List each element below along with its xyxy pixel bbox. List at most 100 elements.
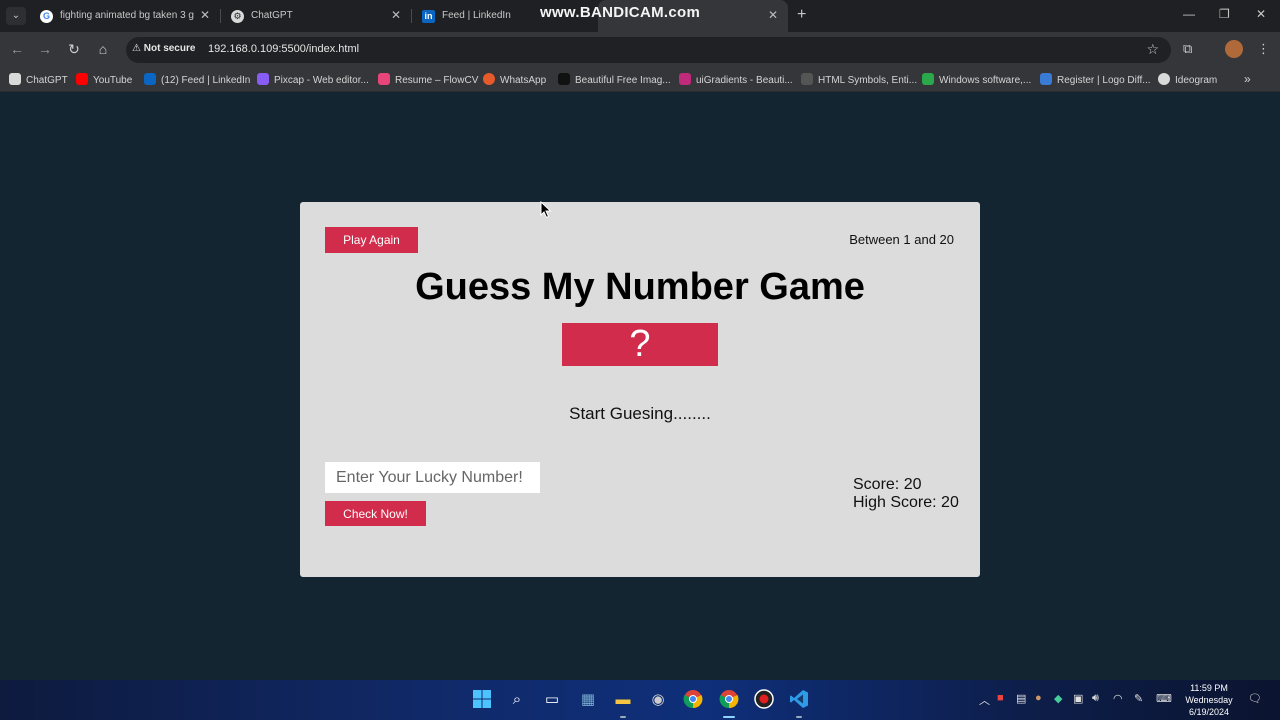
- flowcv-icon: [378, 73, 390, 85]
- high-score-label: High Score: 20: [853, 494, 959, 511]
- score-panel: Score: 20 High Score: 20: [853, 476, 959, 512]
- profile-avatar[interactable]: [1225, 40, 1243, 58]
- bookmark-label: uiGradients - Beauti...: [696, 75, 793, 86]
- tray-overflow-chevron-icon[interactable]: ︿: [979, 692, 990, 708]
- system-clock[interactable]: 11:59 PM Wednesday 6/19/2024: [1180, 682, 1238, 718]
- whatsapp-icon: [483, 73, 495, 85]
- clock-date: 6/19/2024: [1188, 707, 1230, 717]
- windows-taskbar: ⌕ ▭ ▦ ▬ ◉ ︿ ■ ▤ ● ◆ ▣ 🔊︎ ◠ ✎ ⌨ 11:59 PM …: [0, 680, 1280, 720]
- pen-icon[interactable]: ✎: [1134, 692, 1143, 705]
- bandicam-watermark: www.BANDICAM.com: [540, 4, 701, 21]
- clock-day: Wednesday: [1185, 695, 1233, 705]
- chrome-icon[interactable]: [682, 689, 704, 711]
- tray-app-icon[interactable]: ▤: [1016, 692, 1026, 705]
- chrome-active-icon[interactable]: [718, 689, 740, 711]
- bookmark-html-symbols[interactable]: HTML Symbols, Enti...: [801, 73, 917, 86]
- page-title: Guess My Number Game: [415, 266, 865, 308]
- linkedin-icon: in: [422, 10, 435, 23]
- range-label: Between 1 and 20: [849, 232, 954, 247]
- bookmark-label: Register | Logo Diff...: [1057, 75, 1151, 86]
- bookmark-label: Resume – FlowCV: [395, 75, 479, 86]
- search-icon[interactable]: ⌕: [506, 689, 528, 711]
- bookmark-uigradients[interactable]: uiGradients - Beauti...: [679, 73, 793, 86]
- new-tab-plus-icon[interactable]: +: [797, 6, 806, 24]
- running-indicator: [796, 716, 802, 718]
- bookmark-linkedin[interactable]: (12) Feed | LinkedIn: [144, 73, 250, 86]
- tray-bandicam-icon[interactable]: ■: [997, 692, 1004, 704]
- bookmarks-bar: ChatGPT YouTube (12) Feed | LinkedIn Pix…: [0, 68, 1280, 92]
- youtube-icon: [76, 73, 88, 85]
- tab-search-chevron-icon[interactable]: ⌄: [6, 7, 26, 25]
- keyboard-icon[interactable]: ⌨: [1156, 692, 1172, 705]
- minimize-icon[interactable]: —: [1183, 7, 1195, 21]
- pixcap-icon: [257, 73, 269, 85]
- security-label: Not secure: [143, 43, 196, 54]
- widgets-icon[interactable]: ▦: [577, 689, 599, 711]
- tab-fighting-animated-bg[interactable]: G fighting animated bg taken 3 g ✕: [30, 0, 220, 32]
- guess-input[interactable]: [325, 462, 540, 493]
- bookmark-label: HTML Symbols, Enti...: [818, 75, 918, 86]
- active-indicator: [723, 716, 735, 718]
- bookmark-whatsapp[interactable]: WhatsApp: [483, 73, 546, 86]
- close-icon[interactable]: ✕: [200, 8, 210, 22]
- chatgpt-icon: ⚙: [231, 10, 244, 23]
- file-explorer-icon[interactable]: ▬: [612, 689, 634, 711]
- tab-chatgpt[interactable]: ⚙ ChatGPT ✕: [221, 0, 411, 32]
- bookmark-pixcap[interactable]: Pixcap - Web editor...: [257, 73, 369, 86]
- bookmark-flowcv[interactable]: Resume – FlowCV: [378, 73, 478, 86]
- check-now-button[interactable]: Check Now!: [325, 501, 426, 526]
- bookmark-windows-software[interactable]: Windows software,...: [922, 73, 1031, 86]
- bookmark-label: Windows software,...: [939, 75, 1032, 86]
- tab-title: ChatGPT: [251, 10, 293, 21]
- bookmark-label: WhatsApp: [500, 75, 547, 86]
- url-text[interactable]: 192.168.0.109:5500/index.html: [208, 43, 359, 55]
- bandicam-record-icon[interactable]: [753, 689, 775, 711]
- forward-arrow-icon[interactable]: →: [36, 41, 54, 57]
- tray-app-icon[interactable]: ◆: [1054, 692, 1062, 705]
- camera-icon[interactable]: ◉: [647, 689, 669, 711]
- tray-app-icon[interactable]: ●: [1035, 692, 1042, 704]
- reload-icon[interactable]: ↻: [65, 41, 83, 58]
- security-indicator[interactable]: ⚠ Not secure: [132, 43, 195, 54]
- bookmark-label: Beautiful Free Imag...: [575, 75, 671, 86]
- google-icon: G: [40, 10, 53, 23]
- volume-icon[interactable]: 🔊︎: [1092, 692, 1099, 705]
- bookmark-label: YouTube: [93, 75, 133, 86]
- close-window-icon[interactable]: ✕: [1256, 7, 1266, 21]
- bookmark-label: ChatGPT: [26, 75, 68, 86]
- bookmark-chatgpt[interactable]: ChatGPT: [9, 73, 68, 86]
- vscode-icon[interactable]: [788, 689, 810, 711]
- logo-diffusion-icon: [1040, 73, 1052, 85]
- ideogram-icon: [1158, 73, 1170, 85]
- bookmark-label: (12) Feed | LinkedIn: [161, 75, 251, 86]
- play-again-button[interactable]: Play Again: [325, 227, 418, 253]
- chatgpt-icon: [9, 73, 21, 85]
- windows-start-icon[interactable]: [471, 689, 493, 711]
- address-bar[interactable]: ⚠ Not secure 192.168.0.109:5500/index.ht…: [126, 37, 1171, 63]
- restore-icon[interactable]: ❐: [1219, 7, 1230, 21]
- windows-software-icon: [922, 73, 934, 85]
- task-view-icon[interactable]: ▭: [541, 689, 563, 711]
- game-card: Play Again Between 1 and 20 Guess My Num…: [300, 202, 980, 577]
- browser-tab-strip: ⌄ G fighting animated bg taken 3 g ✕ ⚙ C…: [0, 0, 1280, 32]
- more-menu-icon[interactable]: ⋮: [1257, 41, 1270, 57]
- html-symbols-icon: [801, 73, 813, 85]
- bookmark-logo-diffusion[interactable]: Register | Logo Diff...: [1040, 73, 1151, 86]
- extensions-puzzle-icon[interactable]: ⧉: [1183, 41, 1192, 57]
- tray-app-icon[interactable]: ▣: [1073, 692, 1083, 705]
- home-icon[interactable]: ⌂: [94, 41, 112, 57]
- browser-toolbar: ← → ↻ ⌂ ⚠ Not secure 192.168.0.109:5500/…: [0, 32, 1280, 68]
- bookmark-label: Ideogram: [1175, 75, 1218, 86]
- bookmark-ideogram[interactable]: Ideogram: [1158, 73, 1217, 86]
- bookmark-youtube[interactable]: YouTube: [76, 73, 132, 86]
- wifi-icon[interactable]: ◠: [1113, 692, 1123, 705]
- status-message: Start Guesing........: [569, 404, 711, 423]
- back-arrow-icon[interactable]: ←: [8, 41, 26, 57]
- bookmark-star-icon[interactable]: ☆: [1146, 41, 1159, 58]
- close-icon[interactable]: ✕: [768, 8, 778, 22]
- bookmark-free-images[interactable]: Beautiful Free Imag...: [558, 73, 671, 86]
- notification-icon[interactable]: 🗨︎: [1248, 692, 1262, 705]
- bookmarks-overflow-chevron-icon[interactable]: »: [1244, 72, 1251, 86]
- close-icon[interactable]: ✕: [391, 8, 401, 22]
- clock-time: 11:59 PM: [1190, 683, 1228, 693]
